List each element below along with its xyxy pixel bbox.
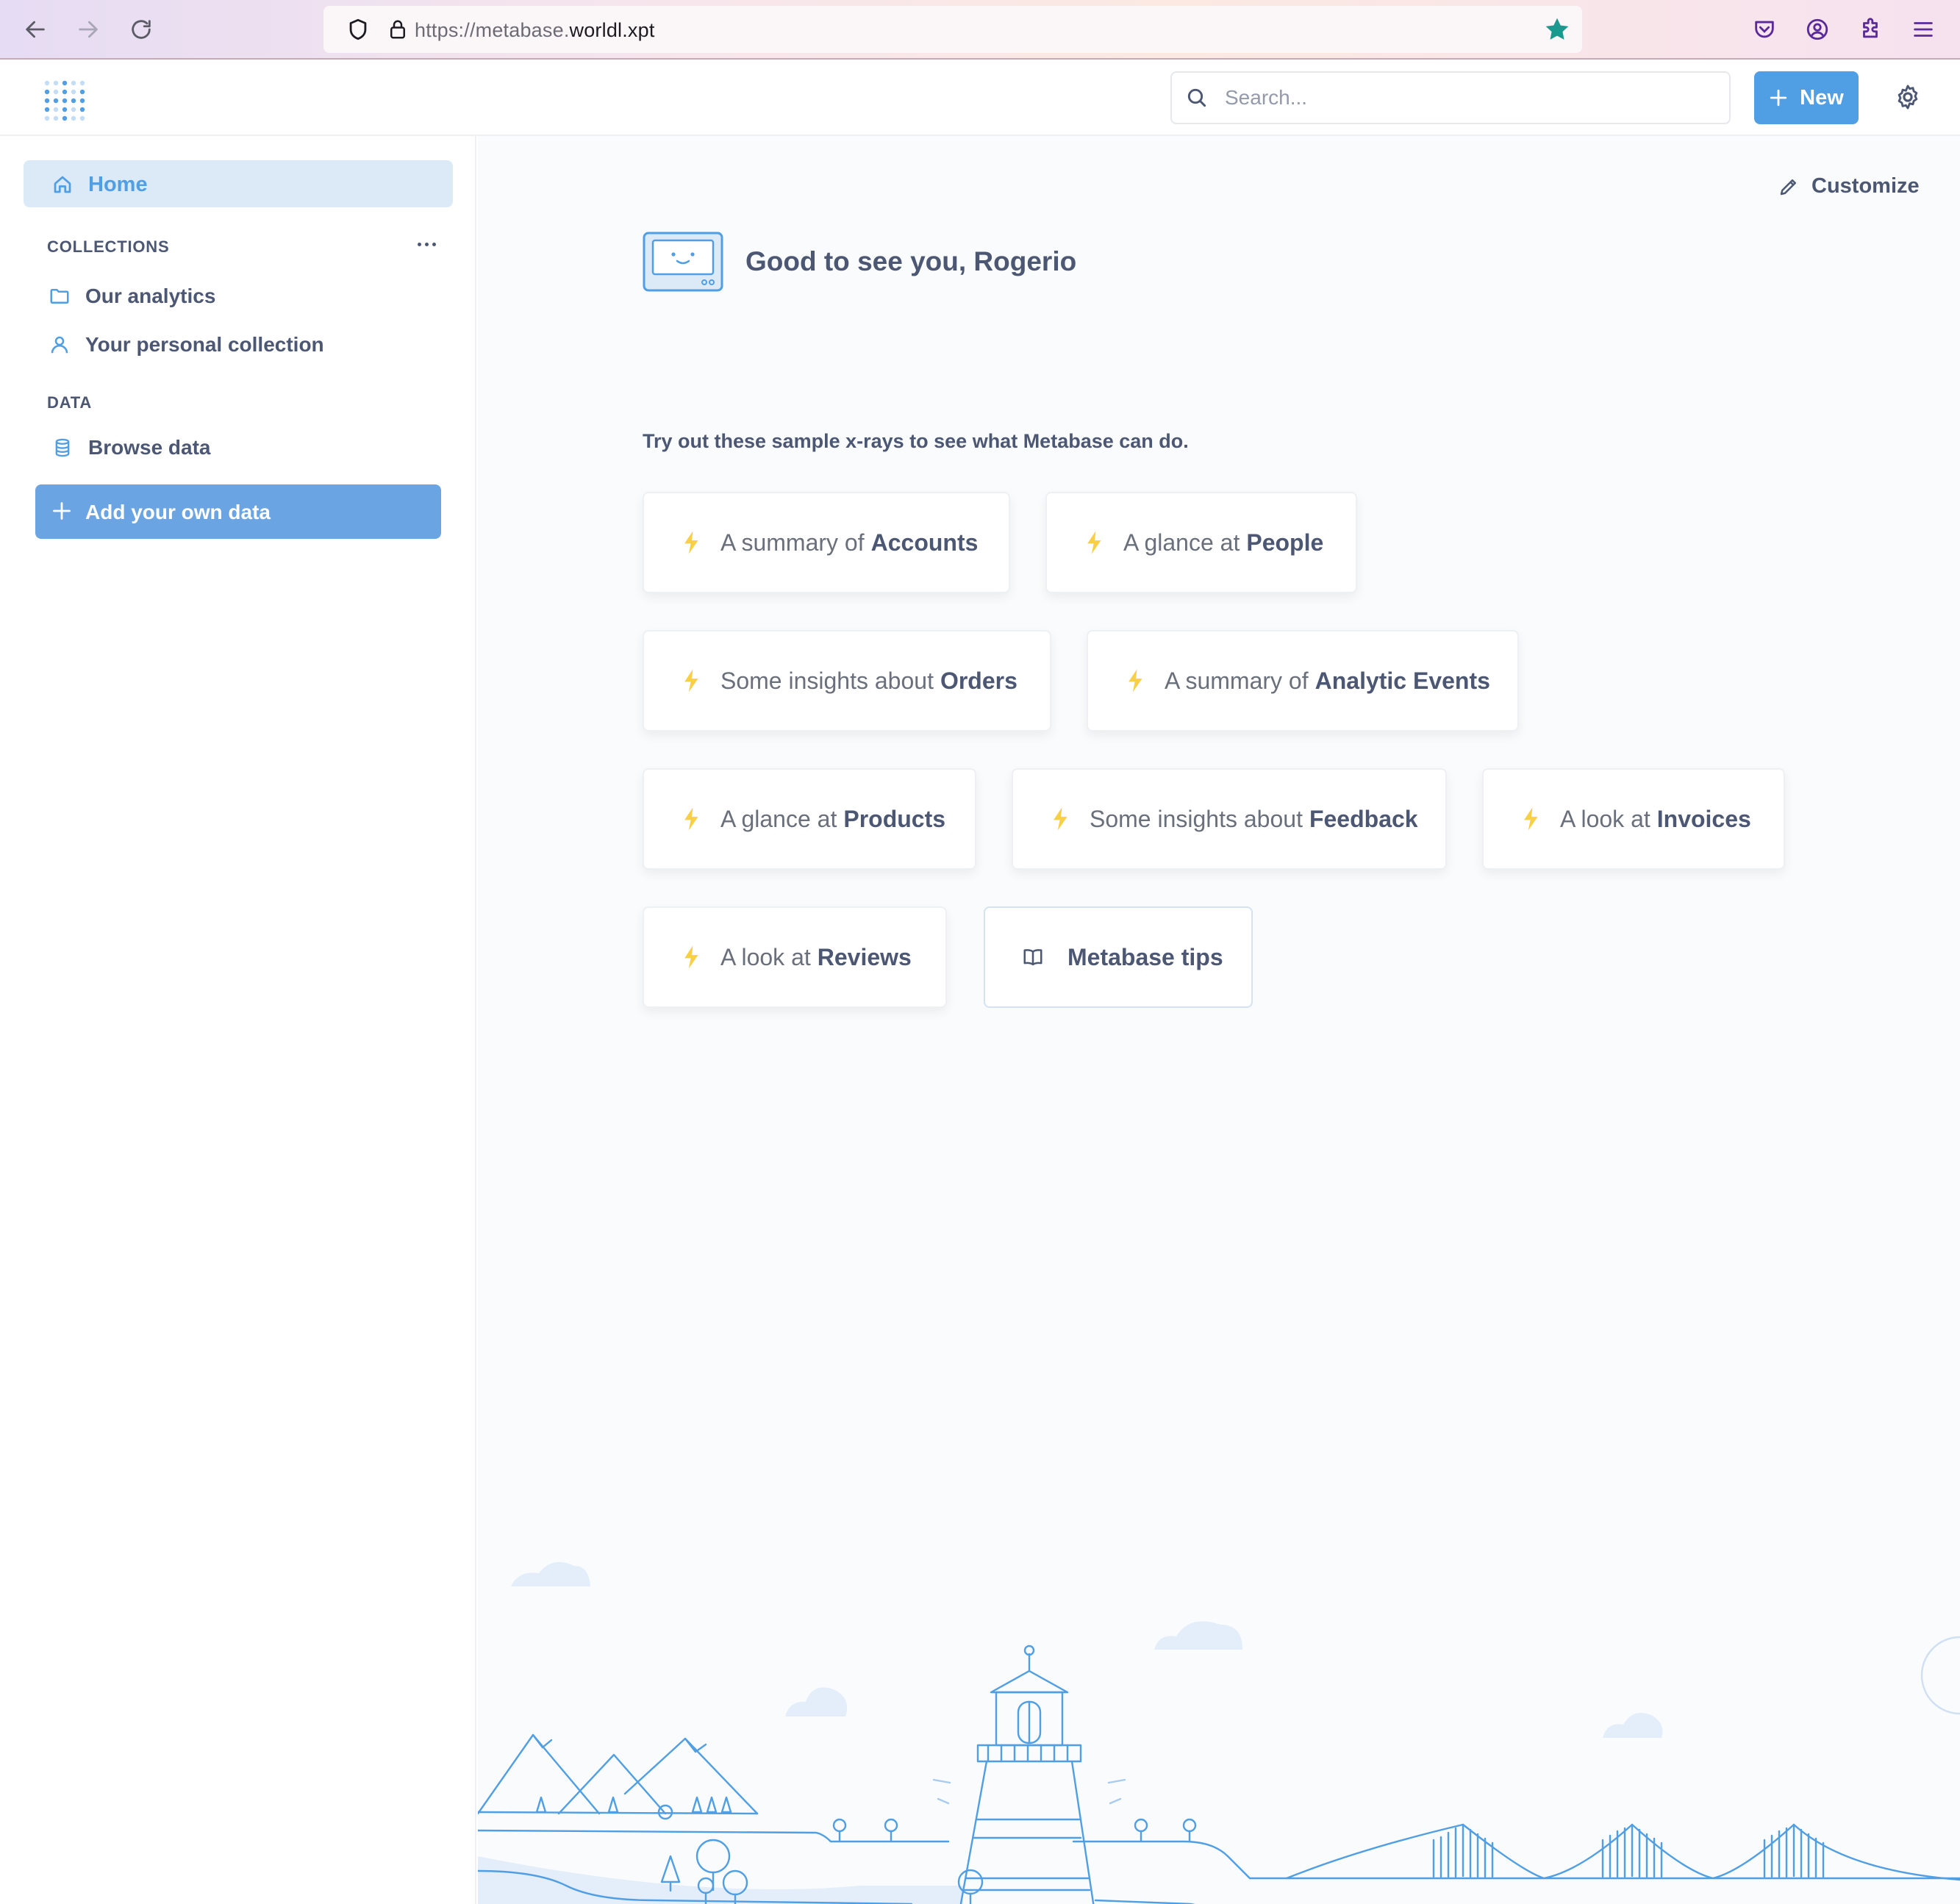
bolt-icon xyxy=(684,807,698,831)
metabase-logo[interactable] xyxy=(43,77,85,125)
xray-card-accounts[interactable]: A summary of Accounts xyxy=(643,492,1010,593)
database-icon xyxy=(50,435,75,460)
metabase-tips-card[interactable]: Metabase tips xyxy=(984,906,1253,1008)
xray-prefix: A summary of xyxy=(1165,667,1309,694)
xray-card-orders[interactable]: Some insights about Orders xyxy=(643,630,1051,731)
xray-table-name: Reviews xyxy=(817,943,912,970)
xray-card-people[interactable]: A glance at People xyxy=(1045,492,1357,593)
person-icon xyxy=(47,332,72,357)
home-icon xyxy=(54,176,71,193)
search-icon xyxy=(1187,88,1206,107)
xray-table-name: Accounts xyxy=(870,529,979,556)
gear-icon xyxy=(1898,85,1918,110)
xray-prefix: A look at xyxy=(720,943,811,970)
menu-button[interactable] xyxy=(1906,12,1941,47)
xray-card-products[interactable]: A glance at Products xyxy=(643,768,976,870)
bolt-icon xyxy=(1087,531,1101,554)
xray-prefix: A summary of xyxy=(720,529,865,556)
xray-prefix: Some insights about xyxy=(1090,805,1303,832)
xray-card-reviews[interactable]: A look at Reviews xyxy=(643,906,947,1008)
bookmark-star-icon[interactable] xyxy=(1542,15,1572,44)
xray-prefix: Some insights about xyxy=(720,667,934,694)
lock-icon[interactable] xyxy=(387,16,409,43)
settings-button[interactable] xyxy=(1894,83,1922,115)
pocket-icon xyxy=(1755,21,1774,38)
sidebar-item-label: Our analytics xyxy=(85,284,216,307)
dot xyxy=(432,242,436,246)
main-content: Customize Good to see you, Rogerio Try o… xyxy=(478,136,1960,1904)
book-icon xyxy=(1023,949,1042,966)
puzzle-icon xyxy=(1863,18,1878,38)
add-your-own-data-button[interactable]: Add your own data xyxy=(35,484,441,539)
customize-button[interactable]: Customize xyxy=(1778,174,1920,198)
pencil-icon xyxy=(1780,179,1796,195)
data-heading: DATA xyxy=(47,393,93,412)
browser-toolbar: https://metabase.worldl.xpt xyxy=(0,0,1960,60)
greeting-title: Good to see you, Rogerio xyxy=(745,246,1077,276)
url-bar[interactable]: https://metabase.worldl.xpt xyxy=(323,6,1582,53)
xray-table-name: People xyxy=(1246,529,1324,556)
bolt-icon xyxy=(1054,807,1067,831)
sidebar-item-our-analytics[interactable]: Our analytics xyxy=(47,280,215,312)
dot xyxy=(425,242,429,246)
plus-icon xyxy=(53,502,71,520)
customize-label: Customize xyxy=(1811,174,1920,198)
xray-intro-text: Try out these sample x-rays to see what … xyxy=(643,430,1189,452)
collections-heading: COLLECTIONS xyxy=(47,237,170,256)
sidebar-item-browse-data[interactable]: Browse data xyxy=(50,432,211,464)
sidebar: Home COLLECTIONS Our analytics Your pers… xyxy=(0,136,476,1904)
xray-table-name: Orders xyxy=(940,667,1017,694)
sidebar-item-home[interactable]: Home xyxy=(24,160,453,207)
search-input[interactable] xyxy=(1225,83,1710,112)
xray-table-name: Analytic Events xyxy=(1315,667,1490,694)
metabase-tips-label: Metabase tips xyxy=(1067,943,1223,970)
app-header: New xyxy=(0,60,1960,136)
xray-prefix: A glance at xyxy=(720,805,837,832)
xray-table-name: Products xyxy=(843,805,946,832)
xray-prefix: A glance at xyxy=(1123,529,1240,556)
search-bar[interactable] xyxy=(1170,71,1731,124)
sidebar-item-label: Home xyxy=(88,173,148,196)
url-text: https://metabase.worldl.xpt xyxy=(415,19,655,41)
arrow-left-icon xyxy=(26,21,45,38)
sidebar-item-personal-collection[interactable]: Your personal collection xyxy=(47,329,324,361)
forward-button[interactable] xyxy=(71,12,106,47)
xray-prefix: A look at xyxy=(1560,805,1650,832)
new-button-label: New xyxy=(1800,85,1844,110)
bolt-icon xyxy=(1129,669,1142,692)
collections-more-button[interactable] xyxy=(418,237,441,251)
arrow-right-icon xyxy=(79,21,98,38)
folder-icon xyxy=(47,284,72,309)
xray-table-name: Feedback xyxy=(1309,805,1418,832)
xray-card-feedback[interactable]: Some insights about Feedback xyxy=(1012,768,1447,870)
pocket-button[interactable] xyxy=(1747,12,1782,47)
xray-table-name: Invoices xyxy=(1656,805,1751,832)
bolt-icon xyxy=(684,945,698,969)
reload-button[interactable] xyxy=(124,12,159,47)
metabase-logo-icon xyxy=(44,80,85,121)
account-icon xyxy=(1806,18,1828,40)
new-button[interactable]: New xyxy=(1754,71,1859,124)
shield-icon[interactable] xyxy=(346,16,371,43)
plus-icon xyxy=(1770,89,1787,107)
bolt-icon xyxy=(684,531,698,554)
hamburger-icon xyxy=(1914,22,1933,37)
back-button[interactable] xyxy=(18,12,53,47)
add-data-label: Add your own data xyxy=(85,501,271,523)
sidebar-item-label: Browse data xyxy=(88,436,211,459)
account-button[interactable] xyxy=(1800,12,1835,47)
xray-card-invoices[interactable]: A look at Invoices xyxy=(1482,768,1785,870)
extensions-button[interactable] xyxy=(1853,12,1888,47)
lighthouse-landscape-illustration xyxy=(478,1561,1960,1904)
xray-card-analytic-events[interactable]: A summary of Analytic Events xyxy=(1087,630,1519,731)
bolt-icon xyxy=(1524,807,1538,831)
bolt-icon xyxy=(684,669,698,692)
greeting-robot-illustration xyxy=(643,232,723,292)
reload-icon xyxy=(132,20,151,39)
sidebar-item-label: Your personal collection xyxy=(85,333,324,356)
dot xyxy=(418,242,421,246)
